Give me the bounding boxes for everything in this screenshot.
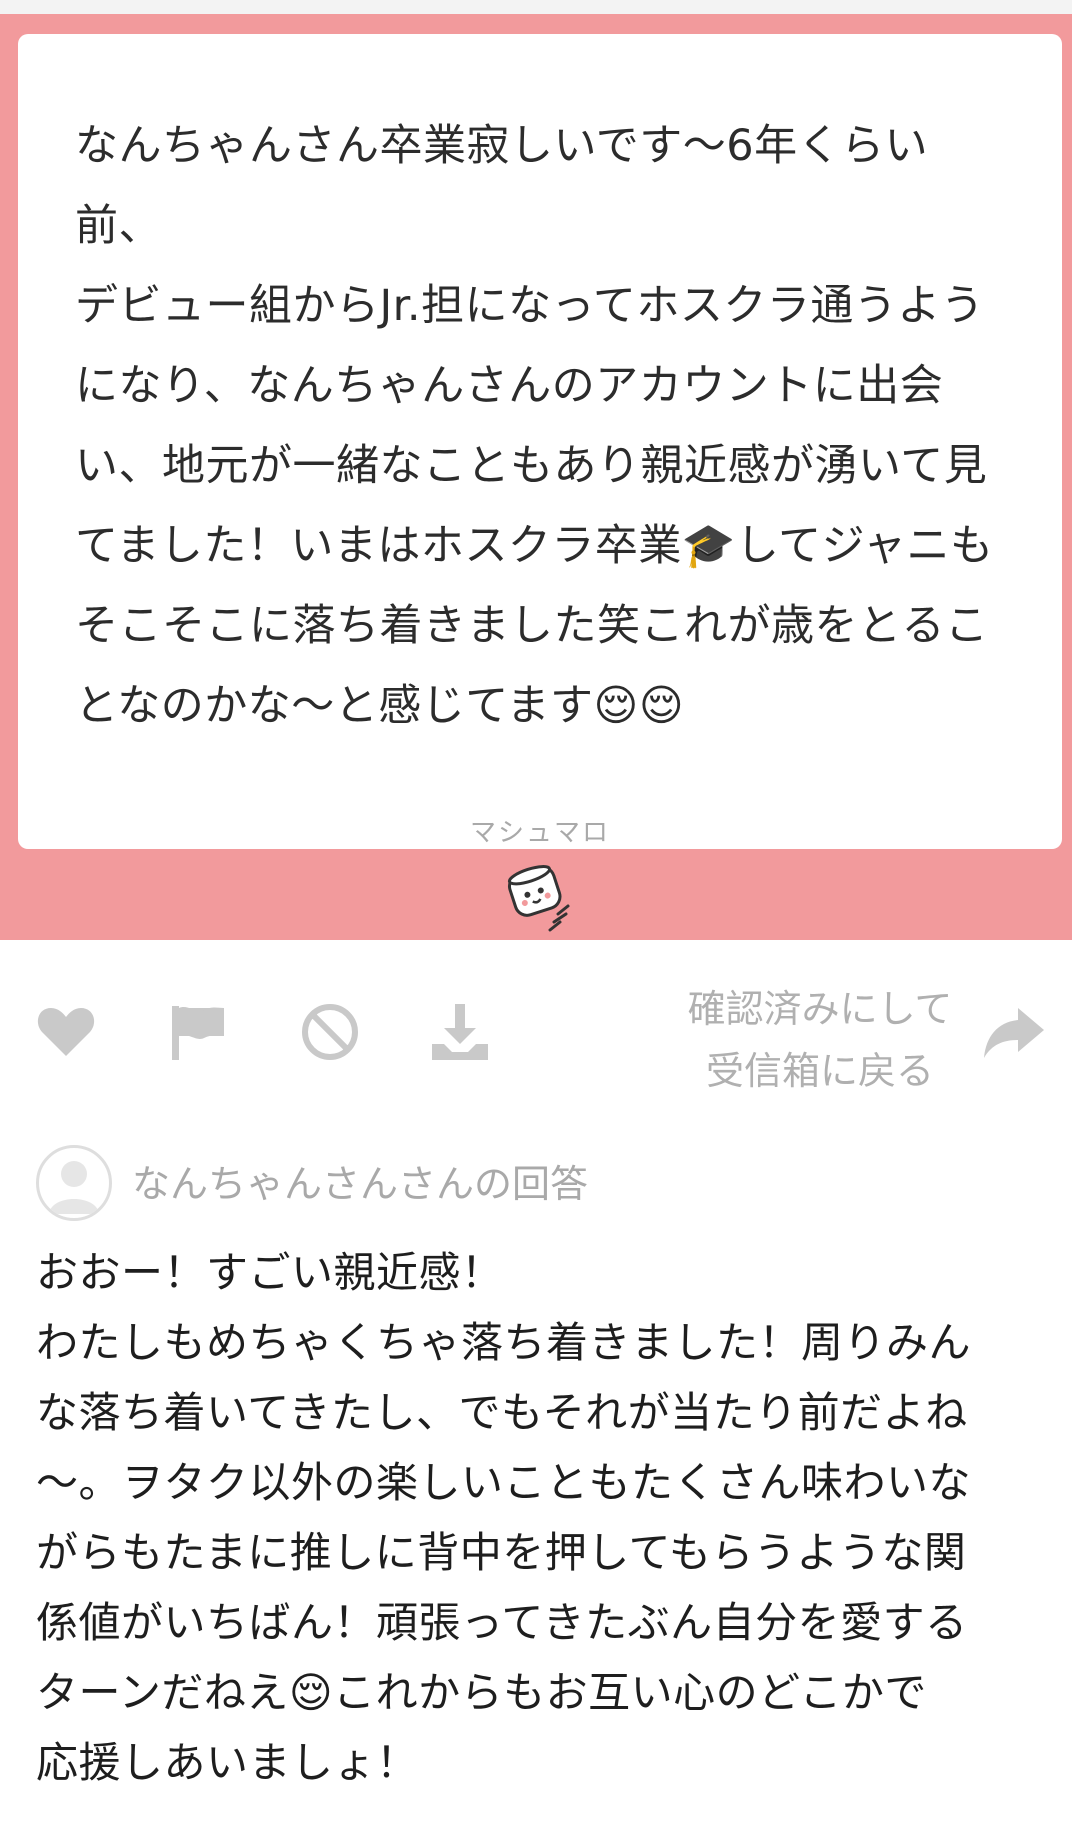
answer-line: おおー！すごい親近感！ xyxy=(36,1248,504,1297)
answer-line: ターンだねえ😌これからもお互い心のどこかで xyxy=(36,1668,927,1717)
avatar xyxy=(36,1145,112,1221)
question-line: となのかな〜と感じてます😌😌 xyxy=(75,681,685,731)
answer-line: な落ち着いてきたし、でもそれが当たり前だよね xyxy=(36,1388,968,1437)
answer-line: 係値がいちばん！頑張ってきたぶん自分を愛する xyxy=(36,1598,968,1647)
brand-label: マシュマロ xyxy=(469,818,610,848)
confirm-return-button[interactable]: 確認済みにして 受信箱に戻る xyxy=(670,978,970,1102)
question-line: になり、なんちゃんさんのアカウントに出会 xyxy=(75,361,944,411)
user-placeholder-icon xyxy=(49,1161,99,1214)
question-line: デビュー組からJr.担になってホスクラ通うよう xyxy=(75,281,985,331)
question-line: そこそこに落ち着きました笑これが歳をとるこ xyxy=(75,601,989,651)
share-arrow-icon[interactable] xyxy=(982,1000,1046,1064)
marshmallow-mascot-icon xyxy=(507,865,570,932)
answer-title: なんちゃんさんさんの回答 xyxy=(132,1162,589,1206)
question-line: い、地元が一緒なこともあり親近感が湧いて見 xyxy=(75,441,988,491)
block-icon[interactable] xyxy=(298,1000,362,1064)
answer-line: 〜。ヲタク以外の楽しいこともたくさん味わいな xyxy=(36,1458,972,1507)
question-line: なんちゃんさん卒業寂しいです〜6年くらい前、 xyxy=(75,121,929,251)
flag-icon[interactable] xyxy=(166,1000,230,1064)
status-strip xyxy=(0,0,1072,14)
question-card: なんちゃんさん卒業寂しいです〜6年くらい前、デビュー組からJr.担になってホスク… xyxy=(18,34,1062,849)
answer-line: 応援しあいましょ！ xyxy=(36,1738,419,1787)
question-line: てました！いまはホスクラ卒業🎓してジャニも xyxy=(75,521,994,571)
confirm-line-1: 確認済みにして xyxy=(687,987,953,1031)
question-text: なんちゃんさん卒業寂しいです〜6年くらい前、デビュー組からJr.担になってホスク… xyxy=(75,106,1005,746)
answer-text: おおー！すごい親近感！ わたしもめちゃくちゃ落ち着きました！周りみん な落ち着いてき… xyxy=(36,1238,1046,1798)
heart-icon[interactable] xyxy=(34,1000,98,1064)
answer-line: がらもたまに推しに背中を押してもらうような関 xyxy=(36,1528,967,1577)
answer-line: わたしもめちゃくちゃ落ち着きました！周りみん xyxy=(36,1318,972,1367)
download-icon[interactable] xyxy=(428,1000,492,1064)
confirm-line-2: 受信箱に戻る xyxy=(705,1049,934,1093)
